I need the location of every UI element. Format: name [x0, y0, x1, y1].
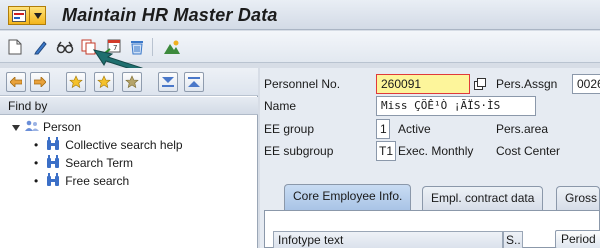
binoculars-icon [46, 154, 60, 172]
back-arrow-icon[interactable] [6, 72, 26, 92]
display-icon[interactable] [56, 38, 74, 56]
create-icon[interactable] [6, 38, 24, 56]
tab-core-employee-info[interactable]: Core Employee Info. [284, 184, 412, 210]
cost-center-label: Cost Center [496, 144, 561, 158]
tab-content: Infotype text S.. Period [264, 210, 600, 248]
ee-subgroup-label: EE subgroup [264, 144, 334, 158]
tree-node-collective-search-help[interactable]: • Collective search help [34, 136, 183, 154]
pers-area-label: Pers.area [496, 122, 549, 136]
forward-arrow-icon[interactable] [30, 72, 50, 92]
sap-menu-icon[interactable] [8, 6, 30, 25]
favorite-icon[interactable] [94, 72, 114, 92]
collapse-all-icon[interactable] [184, 72, 204, 92]
expand-triangle-icon[interactable] [12, 120, 20, 134]
tree-node-label: Free search [65, 174, 130, 188]
personnel-no-input[interactable]: 260091 [376, 74, 470, 94]
expand-all-icon[interactable] [158, 72, 178, 92]
employee-header-pane: Personnel No. 260091 Pers.Assgn 0026 Nam… [260, 68, 600, 248]
navigation-toolbar [0, 68, 258, 96]
tree-node-free-search[interactable]: • Free search [34, 172, 129, 190]
person-icon [25, 120, 39, 135]
personnel-no-label: Personnel No. [264, 77, 341, 91]
copy-window-icon[interactable] [472, 76, 488, 92]
bullet: • [34, 138, 39, 152]
pers-assign-label: Pers.Assgn [496, 77, 558, 91]
ee-group-label: EE group [264, 122, 315, 136]
pers-assign-field: 0026 [572, 74, 600, 94]
tree-node-person[interactable]: Person [12, 118, 81, 136]
delete-favorite-icon[interactable] [122, 72, 142, 92]
binoculars-icon [46, 172, 60, 190]
binoculars-icon [46, 136, 60, 154]
page-title: Maintain HR Master Data [62, 5, 278, 25]
find-by-header: Find by [0, 97, 258, 115]
period-button[interactable]: Period [555, 230, 600, 248]
object-manager-pane: Find by Person • Collective search help … [0, 68, 258, 248]
tree-node-search-term[interactable]: • Search Term [34, 154, 133, 172]
tree-node-label: Person [43, 120, 82, 134]
bullet: • [34, 174, 39, 188]
status-column-header[interactable]: S.. [503, 231, 523, 248]
add-favorite-icon[interactable] [66, 72, 86, 92]
bullet: • [34, 156, 39, 170]
name-field: Miss ÇÖÊ¹Ò ¡ÃÏS·ÌS [376, 96, 536, 116]
infotype-text-column-header[interactable]: Infotype text [273, 231, 503, 248]
ee-subgroup-code: T1 [376, 141, 396, 161]
infotype-tabstrip: Core Employee Info. Empl. contract data … [260, 184, 600, 210]
system-menu[interactable] [8, 6, 48, 25]
tree-node-label: Search Term [65, 156, 134, 170]
toolbar-separator [152, 38, 153, 56]
tab-gross[interactable]: Gross [556, 186, 600, 210]
ee-group-code: 1 [376, 119, 390, 139]
overview-icon[interactable] [163, 38, 181, 56]
ee-subgroup-text: Exec. Monthly [398, 144, 474, 158]
change-icon[interactable] [32, 38, 50, 56]
ee-group-text: Active [398, 122, 431, 136]
chevron-down-icon[interactable] [30, 6, 46, 25]
column-label: Infotype text [278, 233, 344, 247]
title-bar: Maintain HR Master Data [0, 0, 600, 30]
tree-node-label: Collective search help [65, 138, 183, 152]
name-label: Name [264, 99, 297, 113]
tab-empl-contract-data[interactable]: Empl. contract data [422, 186, 544, 210]
